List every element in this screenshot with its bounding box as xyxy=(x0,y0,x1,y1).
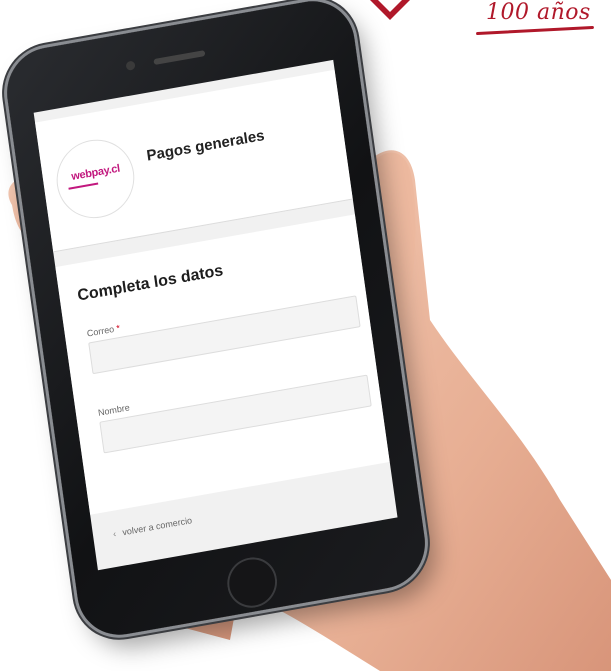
name-label: Nombre xyxy=(97,402,131,418)
payment-form: Completa los datos Correo * Nombre xyxy=(55,214,390,515)
phone-screen: webpay.cl Pagos generales Completa los d… xyxy=(33,59,398,571)
email-label: Correo * xyxy=(86,323,120,339)
email-field[interactable] xyxy=(88,295,361,375)
email-label-text: Correo xyxy=(86,323,115,339)
name-field[interactable] xyxy=(99,374,372,454)
home-button[interactable] xyxy=(224,553,281,612)
required-mark: * xyxy=(115,322,121,334)
form-title: Completa los datos xyxy=(76,262,225,305)
back-to-merchant-link[interactable]: ‹ volver a comercio xyxy=(112,515,192,539)
merchant-name: Pagos generales xyxy=(145,127,266,165)
front-camera-icon xyxy=(125,60,136,71)
photo-scene: 100 años webpay.cl Pagos generales Compl… xyxy=(0,0,611,671)
logo-underline xyxy=(68,182,99,190)
back-link-label: volver a comercio xyxy=(121,515,193,538)
speaker-grille xyxy=(153,50,206,66)
arrow-left-icon: ‹ xyxy=(112,528,117,539)
merchant-logo: webpay.cl xyxy=(52,134,139,224)
logo-text: webpay.cl xyxy=(70,162,121,184)
